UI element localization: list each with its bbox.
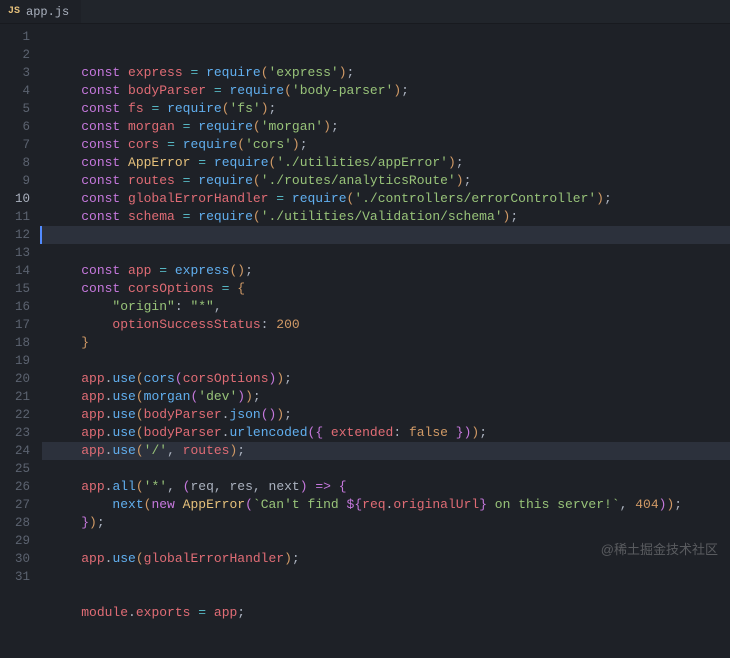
code-line[interactable]: const cors = require('cors'); [42, 136, 730, 154]
code-line[interactable]: const AppError = require('./utilities/ap… [42, 154, 730, 172]
code-line[interactable]: app.use(bodyParser.urlencoded({ extended… [42, 424, 730, 442]
code-line[interactable]: const schema = require('./utilities/Vali… [42, 208, 730, 226]
line-number: 2 [8, 46, 30, 64]
code-line[interactable]: next(new AppError(`Can't find ${req.orig… [42, 496, 730, 514]
code-line[interactable] [42, 568, 730, 586]
code-line[interactable] [42, 352, 730, 370]
line-number: 26 [8, 478, 30, 496]
line-number: 27 [8, 496, 30, 514]
line-number: 15 [8, 280, 30, 298]
code-line[interactable]: const globalErrorHandler = require('./co… [42, 190, 730, 208]
code-line[interactable]: } [42, 334, 730, 352]
code-line[interactable]: const morgan = require('morgan'); [42, 118, 730, 136]
line-number: 3 [8, 64, 30, 82]
js-file-icon: JS [8, 6, 20, 17]
line-number: 10 [8, 190, 30, 208]
line-number: 25 [8, 460, 30, 478]
line-number: 21 [8, 388, 30, 406]
line-number: 24 [8, 442, 30, 460]
code-line[interactable] [42, 460, 730, 478]
line-number: 5 [8, 100, 30, 118]
line-number-gutter: 1234567891011121314151617181920212223242… [0, 24, 42, 581]
code-line[interactable]: optionSuccessStatus: 200 [42, 316, 730, 334]
code-line[interactable]: }); [42, 514, 730, 532]
file-tab[interactable]: JS app.js [0, 0, 81, 23]
line-number: 14 [8, 262, 30, 280]
line-number: 6 [8, 118, 30, 136]
code-line[interactable] [42, 586, 730, 604]
code-line[interactable]: app.use(cors(corsOptions)); [42, 370, 730, 388]
code-line[interactable]: "origin": "*", [42, 298, 730, 316]
line-number: 30 [8, 550, 30, 568]
line-number: 12 [8, 226, 30, 244]
code-line[interactable]: app.use(bodyParser.json()); [42, 406, 730, 424]
code-editor[interactable]: 1234567891011121314151617181920212223242… [0, 24, 730, 581]
line-number: 4 [8, 82, 30, 100]
line-number: 18 [8, 334, 30, 352]
code-line[interactable]: const corsOptions = { [42, 280, 730, 298]
code-line[interactable]: app.use('/', routes); [42, 442, 730, 460]
code-line[interactable]: app.use(morgan('dev')); [42, 388, 730, 406]
line-number: 22 [8, 406, 30, 424]
line-number: 16 [8, 298, 30, 316]
line-number: 17 [8, 316, 30, 334]
tab-bar: JS app.js [0, 0, 730, 24]
line-number: 1 [8, 28, 30, 46]
code-line[interactable]: const express = require('express'); [42, 64, 730, 82]
code-line[interactable]: module.exports = app; [42, 604, 730, 622]
code-line[interactable]: const routes = require('./routes/analyti… [42, 172, 730, 190]
code-line[interactable]: const app = express(); [42, 262, 730, 280]
line-number: 8 [8, 154, 30, 172]
line-number: 29 [8, 532, 30, 550]
line-number: 20 [8, 370, 30, 388]
code-line[interactable]: const fs = require('fs'); [42, 100, 730, 118]
line-number: 9 [8, 172, 30, 190]
line-number: 7 [8, 136, 30, 154]
code-line[interactable]: const bodyParser = require('body-parser'… [42, 82, 730, 100]
code-area[interactable]: const express = require('express'); cons… [42, 24, 730, 581]
code-line[interactable] [42, 244, 730, 262]
line-number: 23 [8, 424, 30, 442]
line-number: 11 [8, 208, 30, 226]
code-line[interactable]: app.all('*', (req, res, next) => { [42, 478, 730, 496]
tab-filename: app.js [26, 5, 69, 19]
watermark-text: @稀土掘金技术社区 [601, 541, 718, 559]
code-line[interactable] [40, 226, 730, 244]
line-number: 19 [8, 352, 30, 370]
line-number: 31 [8, 568, 30, 586]
line-number: 28 [8, 514, 30, 532]
line-number: 13 [8, 244, 30, 262]
